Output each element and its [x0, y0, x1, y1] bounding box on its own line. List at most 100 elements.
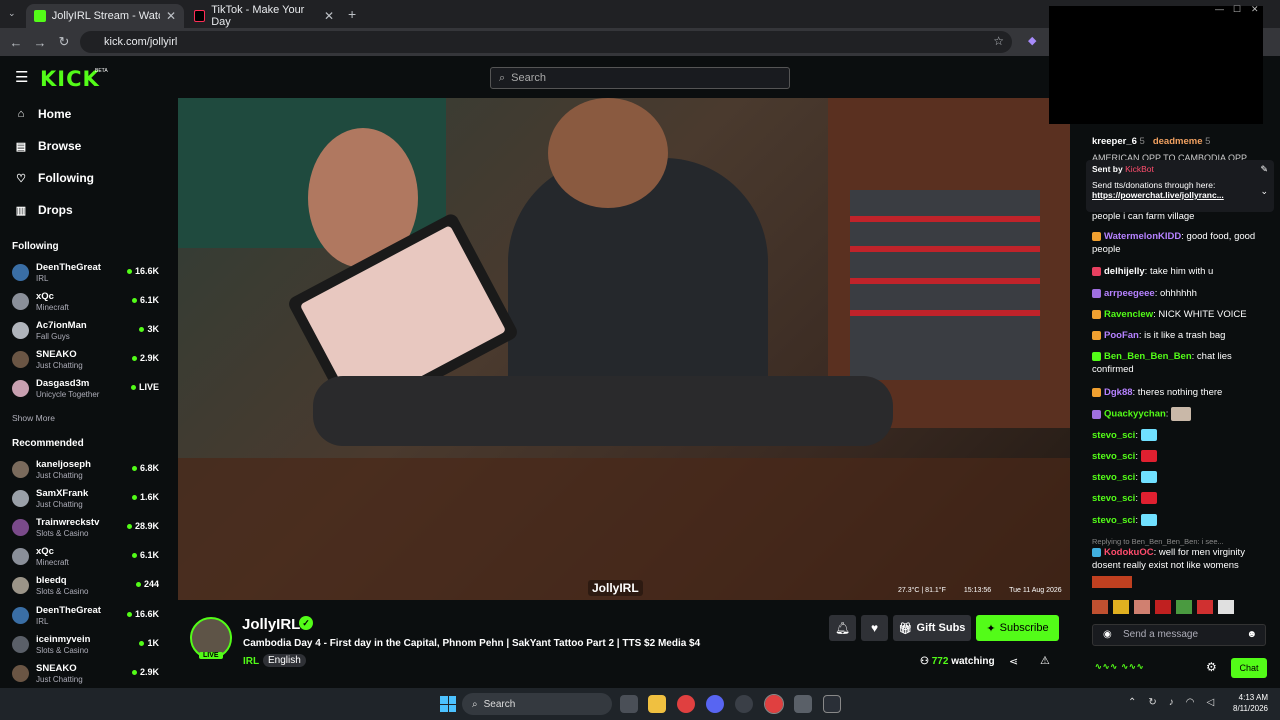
tray-app-icon[interactable]: ↻: [1148, 697, 1156, 708]
emote-icon[interactable]: [1197, 600, 1213, 614]
taskbar-search[interactable]: ⌕ Search: [462, 693, 612, 715]
emote-icon[interactable]: [1176, 600, 1192, 614]
mic-icon[interactable]: ♪: [1169, 697, 1174, 708]
url-field[interactable]: kick.com/jollyirl ☆: [80, 31, 1012, 53]
following-channel[interactable]: xQc Minecraft 6.1K: [10, 290, 165, 316]
tab-list-icon[interactable]: ⌄: [8, 8, 16, 19]
chat-settings-gear-icon[interactable]: ⚙: [1206, 660, 1217, 674]
tab-jollyirl[interactable]: JollyIRL Stream - Watch Live ✕: [26, 4, 184, 28]
maximize-icon[interactable]: ☐: [1233, 4, 1241, 15]
chat-username[interactable]: stevo_sci: [1092, 472, 1135, 483]
chat-username[interactable]: Ben_Ben_Ben_Ben: [1104, 351, 1192, 362]
stream-title: Cambodia Day 4 - First day in the Capita…: [243, 638, 701, 649]
subscribe-button[interactable]: ✦ Subscribe: [976, 615, 1059, 641]
unpin-icon[interactable]: ✎: [1260, 164, 1268, 175]
reload-icon[interactable]: ↻: [52, 34, 76, 50]
chat-username[interactable]: stevo_sci: [1092, 515, 1135, 526]
recommended-channel[interactable]: SNEAKO Just Chatting 2.9K: [10, 662, 165, 688]
menu-icon[interactable]: ☰: [15, 68, 28, 86]
report-icon[interactable]: ⚠: [1040, 654, 1050, 667]
chat-username[interactable]: arrpeegeee: [1104, 288, 1155, 299]
emote-icon[interactable]: [1092, 600, 1108, 614]
discord-icon[interactable]: [706, 695, 724, 713]
show-more-link[interactable]: Show More: [12, 413, 55, 423]
pinned-link[interactable]: https://powerchat.live/jollyranc...: [1092, 190, 1268, 200]
chat-username[interactable]: WatermelonKIDD: [1104, 231, 1181, 242]
following-channel[interactable]: SNEAKO Just Chatting 2.9K: [10, 348, 165, 374]
volume-icon[interactable]: ◁: [1207, 697, 1215, 708]
collapse-chevron-icon[interactable]: ⌄: [1260, 186, 1268, 197]
chat-rules-icon[interactable]: ◉: [1103, 625, 1112, 645]
recommended-channel[interactable]: iceinmyvein Slots & Casino 1K: [10, 633, 165, 659]
top-user[interactable]: kreeper_6 5: [1092, 136, 1145, 147]
viewer-count: 1K: [139, 638, 159, 648]
chat-username[interactable]: stevo_sci: [1092, 430, 1135, 441]
viewer-count: 2.9K: [131, 667, 159, 677]
chat-username[interactable]: stevo_sci: [1092, 451, 1135, 462]
emote-icon: [1092, 576, 1132, 588]
chrome-icon[interactable]: [677, 695, 695, 713]
gift-subs-button[interactable]: 🎁︎ Gift Subs: [893, 615, 971, 641]
sidebar-item-home[interactable]: ⌂ Home: [14, 107, 72, 121]
following-channel[interactable]: Ac7ionMan Fall Guys 3K: [10, 319, 165, 345]
recommended-channel[interactable]: kaneljoseph Just Chatting 6.8K: [10, 458, 165, 484]
bookmark-star-icon[interactable]: ☆: [993, 34, 1004, 48]
chat-username[interactable]: stevo_sci: [1092, 493, 1135, 504]
network-icon[interactable]: ◠: [1186, 697, 1195, 708]
chat-username[interactable]: Quackyychan: [1104, 409, 1166, 420]
task-view-icon[interactable]: [620, 695, 638, 713]
stream-category[interactable]: IRL: [243, 656, 259, 667]
sidebar-item-drops[interactable]: ▥ Drops: [14, 203, 73, 217]
tab-tiktok[interactable]: TikTok - Make Your Day ✕: [186, 4, 342, 28]
new-tab-icon[interactable]: +: [348, 6, 356, 22]
notification-bell-button[interactable]: 🔔︎: [829, 615, 856, 641]
search-input[interactable]: ⌕ Search: [490, 67, 790, 89]
chat-message-input[interactable]: ◉ Send a message ☻: [1092, 624, 1266, 646]
recommended-channel[interactable]: DeenTheGreat IRL 16.6K: [10, 604, 165, 630]
chrome-active-icon[interactable]: [764, 694, 784, 714]
chat-username[interactable]: PooFan: [1104, 330, 1139, 341]
streamer-name[interactable]: JollyIRL: [242, 616, 300, 633]
close-window-icon[interactable]: ✕: [1251, 4, 1259, 15]
extension-icon[interactable]: ◆: [1028, 34, 1036, 47]
emote-icon[interactable]: [1218, 600, 1234, 614]
chat-username[interactable]: Ravenclew: [1104, 309, 1153, 320]
tray-chevron-icon[interactable]: ⌃: [1128, 697, 1136, 708]
close-tab-icon[interactable]: ✕: [324, 9, 334, 23]
share-icon[interactable]: ⋖: [1009, 655, 1018, 668]
chat-username[interactable]: KodokuOC: [1104, 547, 1154, 558]
obs-icon[interactable]: [823, 695, 841, 713]
emote-icon[interactable]: [1113, 600, 1129, 614]
recommended-channel[interactable]: SamXFrank Just Chatting 1.6K: [10, 487, 165, 513]
top-user-count: 5: [1205, 136, 1211, 147]
floating-black-window[interactable]: — ☐ ✕: [1049, 4, 1263, 124]
following-channel[interactable]: Dasgasd3m Unicycle Together LIVE: [10, 377, 165, 403]
recommended-channel[interactable]: xQc Minecraft 6.1K: [10, 545, 165, 571]
back-icon[interactable]: ←: [4, 35, 28, 50]
close-tab-icon[interactable]: ✕: [166, 9, 176, 23]
top-user[interactable]: deadmeme 5: [1153, 136, 1211, 147]
avatar: [12, 461, 29, 478]
file-explorer-icon[interactable]: [648, 695, 666, 713]
recommended-channel[interactable]: Trainwreckstv Slots & Casino 28.9K: [10, 516, 165, 542]
follow-button[interactable]: ♥: [861, 615, 888, 641]
stream-language-tag[interactable]: English: [263, 654, 306, 667]
emote-icon[interactable]: [1134, 600, 1150, 614]
steam-icon[interactable]: [735, 695, 753, 713]
windows-start-icon[interactable]: [440, 696, 456, 712]
chat-username[interactable]: Dgk88: [1104, 387, 1133, 398]
chat-username[interactable]: delhijelly: [1104, 266, 1145, 277]
following-channel[interactable]: DeenTheGreat IRL 16.6K: [10, 261, 165, 287]
sidebar-item-following[interactable]: ♡ Following: [14, 171, 94, 185]
emote-icon[interactable]: [1155, 600, 1171, 614]
taskbar-clock[interactable]: 4:13 AM 8/11/2026: [1222, 692, 1268, 714]
sidebar-item-browse[interactable]: ▤ Browse: [14, 139, 82, 153]
minimize-icon[interactable]: —: [1215, 4, 1224, 14]
video-player[interactable]: [178, 98, 1070, 600]
emoji-picker-icon[interactable]: ☻: [1246, 625, 1257, 645]
chat-send-button[interactable]: Chat: [1231, 658, 1267, 678]
recommended-channel[interactable]: bleedq Slots & Casino 244: [10, 574, 165, 600]
settings-icon[interactable]: [794, 695, 812, 713]
forward-icon[interactable]: →: [28, 35, 52, 50]
kick-logo[interactable]: KICK: [40, 67, 100, 91]
